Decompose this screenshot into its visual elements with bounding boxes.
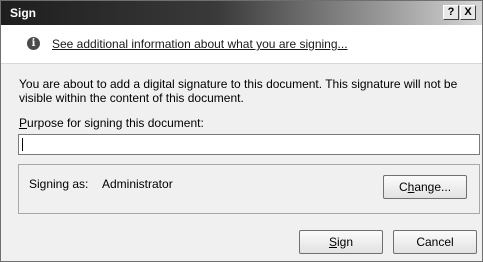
change-button[interactable]: Change... [383,175,467,199]
signature-description: You are about to add a digital signature… [19,77,458,105]
sign-button-accelerator: S [328,235,337,249]
title-bar[interactable]: Sign ? X [1,1,482,25]
info-bar: i See additional information about what … [1,25,482,64]
purpose-label-text: urpose for signing this document: [27,116,204,130]
purpose-label-accelerator: P [19,116,28,130]
signer-name: Administrator [102,177,173,191]
purpose-input[interactable] [18,134,480,155]
sign-button[interactable]: Sign [299,230,383,254]
sign-button-label: ign [337,235,354,249]
info-icon: i [27,37,40,50]
help-button[interactable]: ? [443,5,459,20]
additional-info-link[interactable]: See additional information about what yo… [52,37,348,51]
window-title: Sign [10,6,36,20]
signing-as-label: Signing as: [29,177,89,191]
signing-as-group: Signing as: Administrator Change... [18,164,480,214]
change-button-label-post: ange... [414,180,452,194]
sign-dialog: Sign ? X i See additional information ab… [0,0,483,262]
close-button[interactable]: X [460,5,476,20]
text-caret [22,138,23,151]
change-button-label-pre: C [398,180,408,194]
purpose-label: Purpose for signing this document: [19,116,204,130]
cancel-button[interactable]: Cancel [393,230,477,254]
